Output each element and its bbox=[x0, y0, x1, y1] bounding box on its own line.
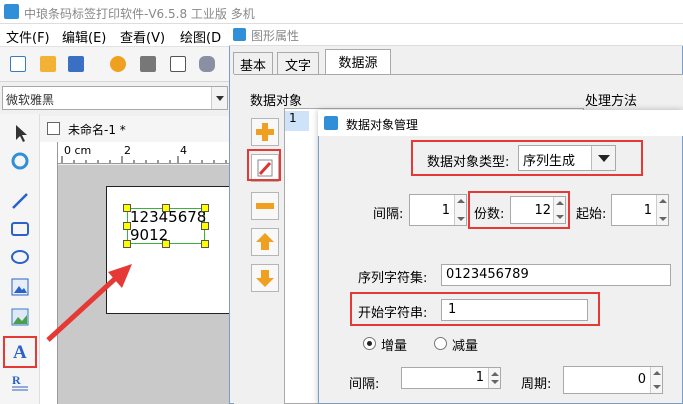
increase-radio[interactable] bbox=[363, 337, 376, 350]
start-label: 起始: bbox=[576, 207, 607, 222]
move-up-button[interactable] bbox=[251, 228, 279, 256]
tab-data-source[interactable]: 数据源 bbox=[325, 49, 391, 75]
resize-handle[interactable] bbox=[201, 204, 209, 212]
save-icon[interactable] bbox=[68, 56, 84, 72]
resize-handle[interactable] bbox=[162, 240, 170, 248]
rich-text-tool-icon[interactable]: R bbox=[9, 370, 31, 392]
sequence-charset-value: 0123456789 bbox=[446, 267, 529, 282]
horizontal-ruler: 0 cm 2 4 bbox=[58, 142, 230, 164]
menu-view[interactable]: 查看(V) bbox=[120, 27, 165, 46]
open-folder-icon[interactable] bbox=[40, 56, 56, 72]
font-select-value: 微软雅黑 bbox=[6, 93, 55, 107]
dialog-app-icon bbox=[324, 116, 338, 130]
tab-text[interactable]: 文字 bbox=[277, 52, 319, 74]
rectangle-tool-icon[interactable] bbox=[9, 218, 31, 240]
period-stepper[interactable]: 0 bbox=[563, 366, 663, 394]
start-value: 1 bbox=[643, 203, 652, 218]
dialog-app-icon bbox=[233, 28, 246, 41]
text-tool-highlight bbox=[3, 336, 37, 368]
stepper-arrows-icon[interactable] bbox=[650, 367, 662, 393]
step-interval-stepper[interactable]: 1 bbox=[401, 367, 501, 389]
line-tool-icon[interactable] bbox=[9, 190, 31, 212]
stepper-arrows-icon[interactable] bbox=[656, 195, 668, 225]
sequence-charset-label: 序列字符集: bbox=[358, 271, 428, 286]
svg-text:R: R bbox=[12, 373, 21, 387]
ellipse-tool-icon[interactable] bbox=[9, 246, 31, 268]
tab-text-label: 文字 bbox=[284, 59, 311, 74]
decrease-label: 减量 bbox=[452, 339, 479, 354]
decrease-radio[interactable] bbox=[434, 337, 447, 350]
print-preview-icon[interactable] bbox=[170, 56, 186, 72]
main-title-bar: 中琅条码标签打印软件-V6.5.8 工业版 多机 bbox=[0, 0, 683, 24]
type-highlight bbox=[411, 140, 643, 176]
picture-tool-icon[interactable] bbox=[9, 306, 31, 328]
menu-edit[interactable]: 编辑(E) bbox=[62, 27, 106, 46]
step-interval-label: 间隔: bbox=[349, 377, 380, 392]
image-tool-icon[interactable] bbox=[9, 276, 31, 298]
delete-data-object-button[interactable] bbox=[251, 192, 279, 220]
resize-handle[interactable] bbox=[162, 204, 170, 212]
select-pointer-icon[interactable] bbox=[9, 122, 31, 144]
resize-handle[interactable] bbox=[123, 222, 131, 230]
properties-dialog-title: 图形属性 bbox=[251, 29, 300, 43]
resize-handle[interactable] bbox=[123, 240, 131, 248]
period-label: 周期: bbox=[521, 377, 552, 392]
data-object-manager-title: 数据对象管理 bbox=[346, 118, 419, 132]
annotation-arrow bbox=[46, 264, 132, 342]
arrow-up-icon bbox=[256, 233, 274, 250]
new-file-icon[interactable] bbox=[10, 56, 26, 72]
menu-draw[interactable]: 绘图(D bbox=[180, 27, 221, 46]
database-icon[interactable] bbox=[199, 56, 215, 72]
sequence-charset-input[interactable]: 0123456789 bbox=[441, 264, 671, 286]
resize-handle[interactable] bbox=[201, 222, 209, 230]
move-down-button[interactable] bbox=[251, 264, 279, 292]
resize-handle[interactable] bbox=[201, 240, 209, 248]
label-text-object[interactable]: 12345678 9012 bbox=[130, 208, 206, 244]
edit-button-highlight bbox=[247, 149, 281, 181]
rotate-tool-icon[interactable] bbox=[9, 150, 31, 172]
data-object-group-title: 数据对象 bbox=[250, 94, 303, 109]
process-method-group-title: 处理方法 bbox=[585, 94, 638, 109]
interval-label: 间隔: bbox=[373, 207, 404, 222]
copies-highlight bbox=[468, 191, 570, 229]
settings-gear-icon[interactable] bbox=[110, 56, 126, 72]
document-tab[interactable]: 未命名-1 * bbox=[40, 116, 230, 142]
properties-title-bar: 图形属性 bbox=[229, 24, 683, 46]
main-window-title: 中琅条码标签打印软件-V6.5.8 工业版 多机 bbox=[24, 7, 255, 21]
tab-basic[interactable]: 基本 bbox=[233, 52, 273, 74]
step-interval-value: 1 bbox=[475, 370, 484, 385]
add-data-object-button[interactable] bbox=[251, 118, 279, 146]
print-icon[interactable] bbox=[140, 56, 156, 72]
interval-stepper[interactable]: 1 bbox=[409, 194, 467, 226]
stepper-arrows-icon[interactable] bbox=[454, 195, 466, 225]
resize-handle[interactable] bbox=[123, 204, 131, 212]
start-stepper[interactable]: 1 bbox=[611, 194, 669, 226]
app-logo-icon bbox=[4, 4, 19, 19]
menu-file[interactable]: 文件(F) bbox=[6, 27, 50, 46]
period-value: 0 bbox=[637, 372, 646, 387]
document-tab-label: 未命名-1 * bbox=[68, 123, 126, 137]
minus-icon bbox=[256, 203, 274, 209]
document-icon bbox=[47, 122, 60, 135]
start-string-highlight bbox=[350, 292, 600, 326]
font-select[interactable]: 微软雅黑 bbox=[2, 86, 228, 110]
stepper-arrows-icon[interactable] bbox=[488, 368, 500, 388]
arrow-down-icon bbox=[256, 270, 274, 287]
tab-data-source-label: 数据源 bbox=[338, 56, 378, 71]
data-object-manager-title-bar: 数据对象管理 bbox=[318, 110, 683, 136]
list-item[interactable]: 1 bbox=[285, 111, 309, 131]
increase-label: 增量 bbox=[381, 339, 408, 354]
chevron-down-icon[interactable] bbox=[211, 87, 227, 109]
tab-basic-label: 基本 bbox=[239, 59, 266, 74]
interval-value: 1 bbox=[441, 203, 450, 218]
